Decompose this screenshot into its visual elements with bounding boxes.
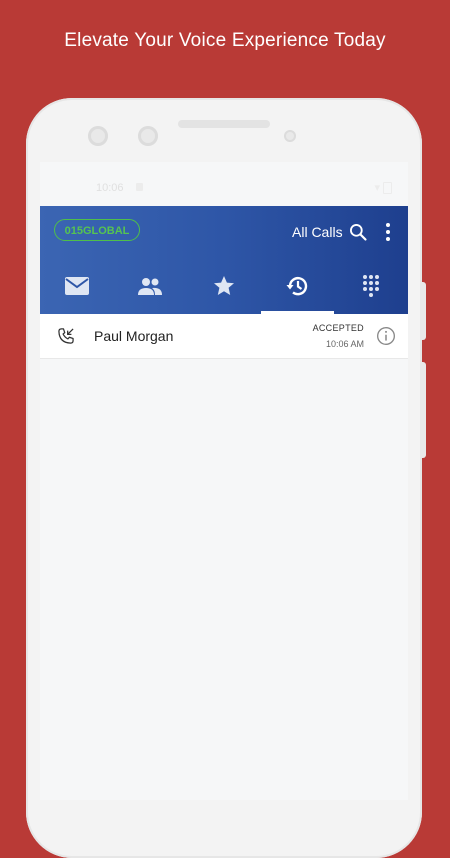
- call-history-list: Paul Morgan ACCEPTED 10:06 AM: [40, 314, 408, 359]
- call-time: 10:06 AM: [325, 339, 364, 349]
- tab-messages[interactable]: [40, 258, 114, 314]
- battery-icon: [383, 182, 392, 194]
- app-bar: 015GLOBAL All Calls: [40, 206, 408, 314]
- incoming-call-icon: [58, 328, 74, 344]
- brand-logo: 015GLOBAL: [54, 219, 140, 241]
- tab-dialpad[interactable]: [334, 258, 408, 314]
- tab-favorites[interactable]: [187, 258, 261, 314]
- tab-contacts[interactable]: [114, 258, 188, 314]
- star-icon: [213, 276, 234, 295]
- phone-screen: 10:06 ▾ 015GLOBAL All Calls Paul Morgan …: [40, 162, 408, 800]
- more-options-icon[interactable]: [382, 222, 394, 242]
- notification-icon: [136, 183, 143, 191]
- dialpad-icon: [363, 275, 380, 297]
- wifi-icon: ▾: [374, 182, 380, 194]
- call-filter-dropdown[interactable]: All Calls: [292, 224, 343, 240]
- front-sensor: [138, 126, 158, 146]
- contacts-icon: [138, 278, 163, 295]
- power-button: [420, 282, 426, 340]
- history-icon: [286, 277, 307, 296]
- info-icon[interactable]: [376, 326, 396, 346]
- search-icon[interactable]: [348, 222, 368, 242]
- proximity-sensor: [284, 130, 296, 142]
- caller-name: Paul Morgan: [94, 328, 174, 344]
- front-camera: [88, 126, 108, 146]
- volume-button: [420, 362, 426, 458]
- status-time: 10:06: [96, 182, 124, 194]
- mail-icon: [64, 277, 89, 295]
- tab-bar: [40, 258, 408, 314]
- status-bar: 10:06 ▾: [40, 162, 408, 206]
- tab-history[interactable]: [260, 258, 335, 314]
- headline: Elevate Your Voice Experience Today: [64, 30, 386, 51]
- earpiece-speaker: [178, 120, 270, 128]
- call-row[interactable]: Paul Morgan ACCEPTED 10:06 AM: [40, 314, 408, 359]
- call-status: ACCEPTED: [312, 323, 364, 333]
